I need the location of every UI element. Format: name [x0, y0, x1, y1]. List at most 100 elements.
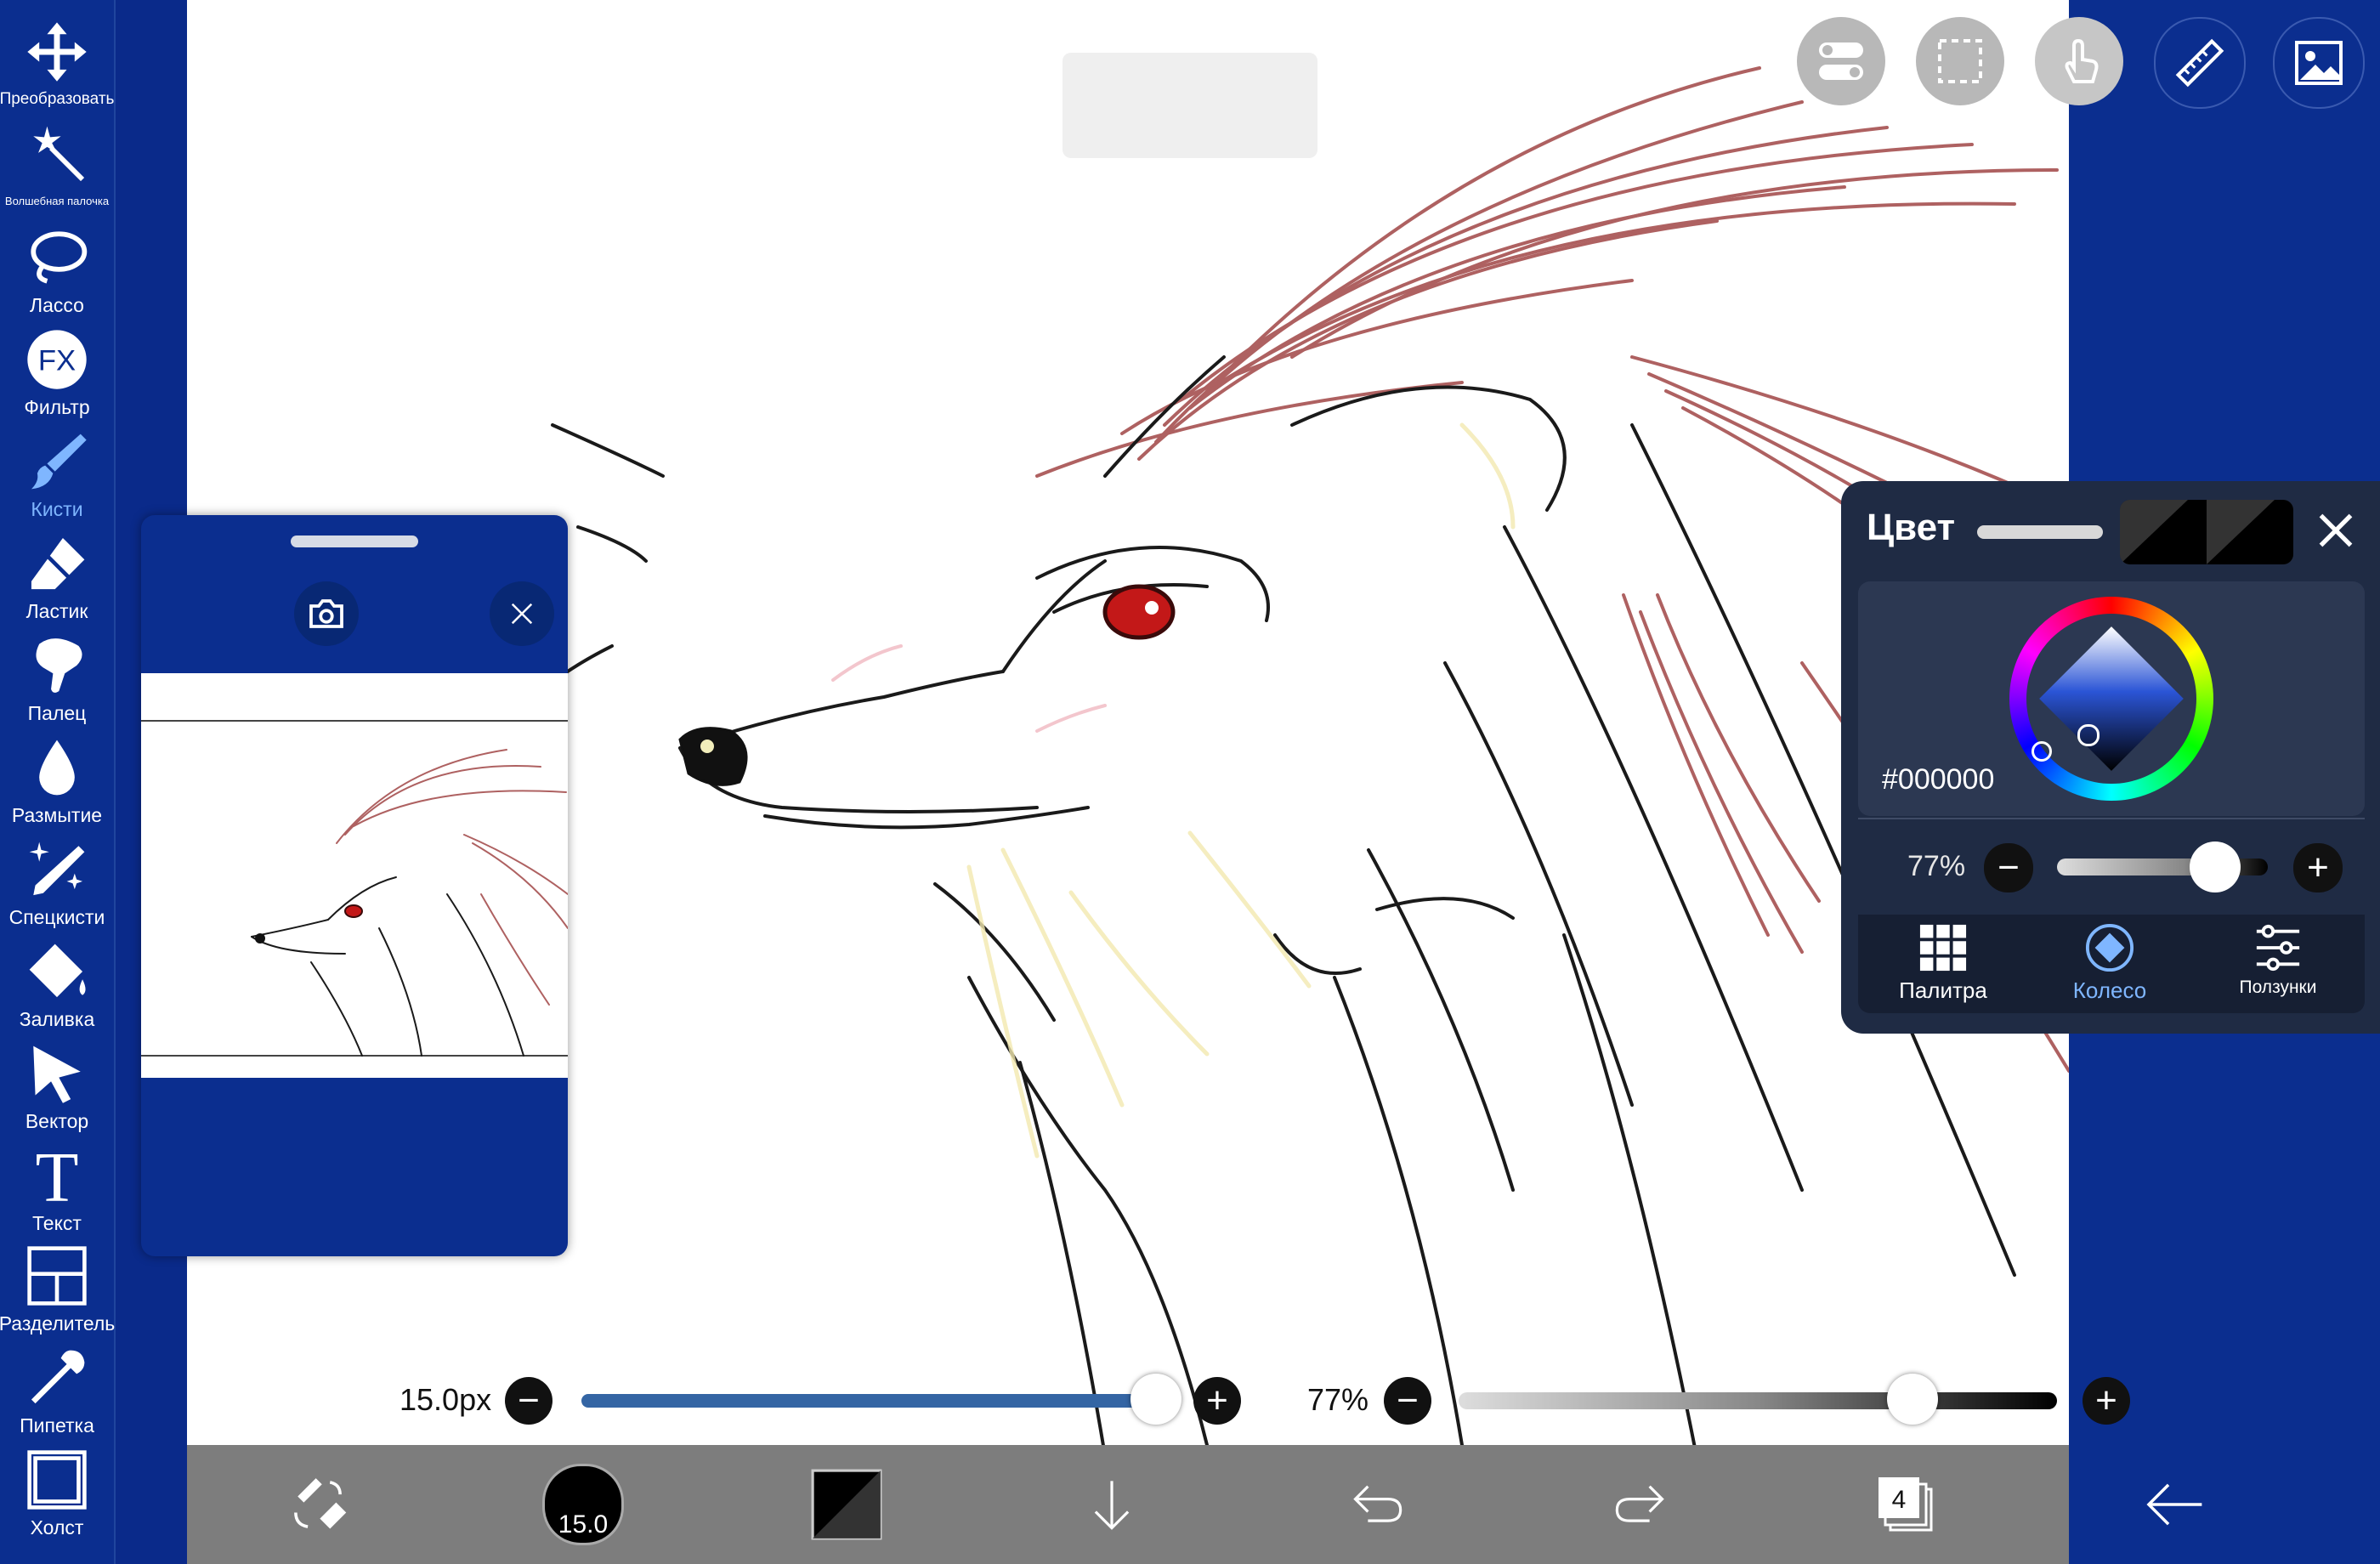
ruler-button[interactable]	[2154, 17, 2246, 109]
tool-label: Заливка	[19, 1008, 95, 1030]
brush-size-slider-track[interactable]	[581, 1394, 1156, 1408]
layer-count: 4	[1892, 1486, 1907, 1514]
smudge-finger-icon	[36, 638, 82, 693]
tool-blur[interactable]: Размытие	[0, 726, 114, 826]
tool-fill[interactable]: Заливка	[0, 930, 114, 1030]
back-button[interactable]	[2125, 1455, 2224, 1554]
toggle-button[interactable]	[1797, 17, 1885, 105]
brush-size-value: 15.0px	[400, 1382, 492, 1417]
lasso-icon	[31, 231, 88, 284]
tool-brush[interactable]: Кисти	[0, 420, 114, 520]
tab-palette[interactable]: Палитра	[1858, 923, 2028, 1004]
tool-vector[interactable]: Вектор	[0, 1032, 114, 1132]
tool-label: Размытие	[11, 804, 103, 826]
tool-frame-divider[interactable]: Разделитель	[0, 1234, 115, 1334]
sliders-icon	[2256, 924, 2300, 972]
close-icon	[2319, 513, 2353, 547]
bottom-toolbar-right	[2069, 1445, 2380, 1564]
color-swatch-icon	[811, 1469, 882, 1540]
tool-label: Холст	[30, 1516, 84, 1538]
close-icon	[511, 603, 533, 625]
fill-bucket-icon	[29, 944, 86, 998]
color-opacity-slider-thumb[interactable]	[2190, 842, 2241, 892]
swap-brush-eraser-icon	[294, 1478, 347, 1529]
tool-label: Палец	[27, 702, 87, 724]
tool-canvas[interactable]: Холст	[0, 1438, 114, 1538]
minus-icon: −	[1998, 847, 2020, 888]
fx-icon: FX	[27, 330, 87, 389]
brush-size-increase-button[interactable]: +	[1193, 1377, 1241, 1425]
special-brush-icon	[29, 842, 85, 896]
magic-wand-icon	[33, 126, 85, 182]
color-swatch-button[interactable]	[797, 1455, 896, 1554]
layers-button[interactable]: 4	[1856, 1455, 1955, 1554]
tool-smudge[interactable]: Палец	[0, 624, 114, 724]
tool-eraser[interactable]: Ластик	[0, 522, 114, 622]
color-panel-drag-handle[interactable]	[1977, 525, 2103, 539]
tool-lasso[interactable]: Лассо	[0, 216, 114, 316]
divider	[1858, 818, 2365, 819]
tool-eyedropper[interactable]: Пипетка	[0, 1336, 114, 1436]
tool-label: Лассо	[30, 294, 84, 316]
brush-opacity-slider-thumb[interactable]	[1887, 1374, 1938, 1425]
merge-down-button[interactable]	[1062, 1455, 1161, 1554]
current-previous-color-swatch[interactable]	[2120, 500, 2293, 564]
tool-label: Кисти	[31, 498, 83, 520]
brush-size-slider-thumb[interactable]	[1130, 1374, 1182, 1425]
toggle-icon	[1819, 42, 1863, 80]
wheel-icon	[2085, 923, 2134, 972]
vector-cursor-icon	[33, 1046, 81, 1103]
brush-size-decrease-button[interactable]: −	[505, 1377, 552, 1425]
camera-button[interactable]	[294, 581, 359, 646]
color-opacity-decrease-button[interactable]: −	[1984, 843, 2033, 892]
image-icon	[2295, 41, 2343, 85]
brush-size-badge: 15.0	[558, 1510, 609, 1538]
brush-opacity-increase-button[interactable]: +	[2082, 1377, 2130, 1425]
touch-button[interactable]	[2035, 17, 2123, 105]
tool-magic-wand[interactable]: Волшебная палочка	[0, 112, 114, 212]
plus-icon: +	[2307, 847, 2329, 888]
color-opacity-increase-button[interactable]: +	[2293, 843, 2343, 892]
eraser-icon	[31, 537, 85, 590]
color-picker-marker[interactable]	[2077, 724, 2100, 746]
reference-thumbnail	[141, 720, 568, 1057]
canvas-icon	[27, 1450, 87, 1510]
image-button[interactable]	[2273, 17, 2365, 109]
close-color-panel-button[interactable]	[2312, 507, 2360, 554]
touch-hand-icon	[2065, 38, 2099, 83]
reference-window[interactable]	[141, 515, 568, 1256]
brush-opacity-slider-track[interactable]	[1459, 1392, 2057, 1409]
brush-opacity-value: 77%	[1307, 1382, 1369, 1417]
back-arrow-icon	[2146, 1483, 2202, 1526]
top-info-box	[1062, 53, 1318, 158]
camera-icon	[309, 599, 343, 628]
svg-text:FX: FX	[38, 345, 76, 377]
tool-label: Преобразовать	[0, 90, 115, 108]
swap-brush-eraser-button[interactable]	[269, 1455, 367, 1554]
drag-handle[interactable]	[291, 536, 418, 547]
selection-button[interactable]	[1916, 17, 2004, 105]
tab-wheel[interactable]: Колесо	[2025, 923, 2195, 1004]
tool-label: Фильтр	[24, 396, 90, 418]
tool-filter[interactable]: FX Фильтр	[0, 318, 114, 418]
frame-divider-icon	[27, 1246, 87, 1306]
brush-opacity-decrease-button[interactable]: −	[1384, 1377, 1431, 1425]
color-hex-value[interactable]: #000000	[1882, 763, 1994, 796]
plus-icon: +	[2095, 1380, 2117, 1421]
undo-button[interactable]	[1328, 1455, 1426, 1554]
close-reference-button[interactable]	[490, 581, 554, 646]
color-panel-title: Цвет	[1867, 507, 1956, 548]
tool-label: Спецкисти	[8, 906, 105, 928]
tool-sidebar: Преобразовать Волшебная палочка Лассо FX…	[0, 0, 116, 1564]
ruler-icon	[2175, 38, 2224, 88]
hue-marker[interactable]	[2032, 741, 2052, 762]
tool-special-brush[interactable]: Спецкисти	[0, 828, 114, 928]
minus-icon: −	[518, 1380, 540, 1421]
brush-size-preview-button[interactable]: 15.0	[534, 1455, 632, 1554]
redo-button[interactable]	[1591, 1455, 1690, 1554]
tab-sliders[interactable]: Ползунки	[2193, 923, 2363, 998]
tool-label: Ластик	[26, 600, 88, 622]
redo-icon	[1615, 1485, 1664, 1522]
tool-transform[interactable]: Преобразовать	[0, 10, 114, 110]
tool-text[interactable]: T Текст	[0, 1134, 114, 1234]
